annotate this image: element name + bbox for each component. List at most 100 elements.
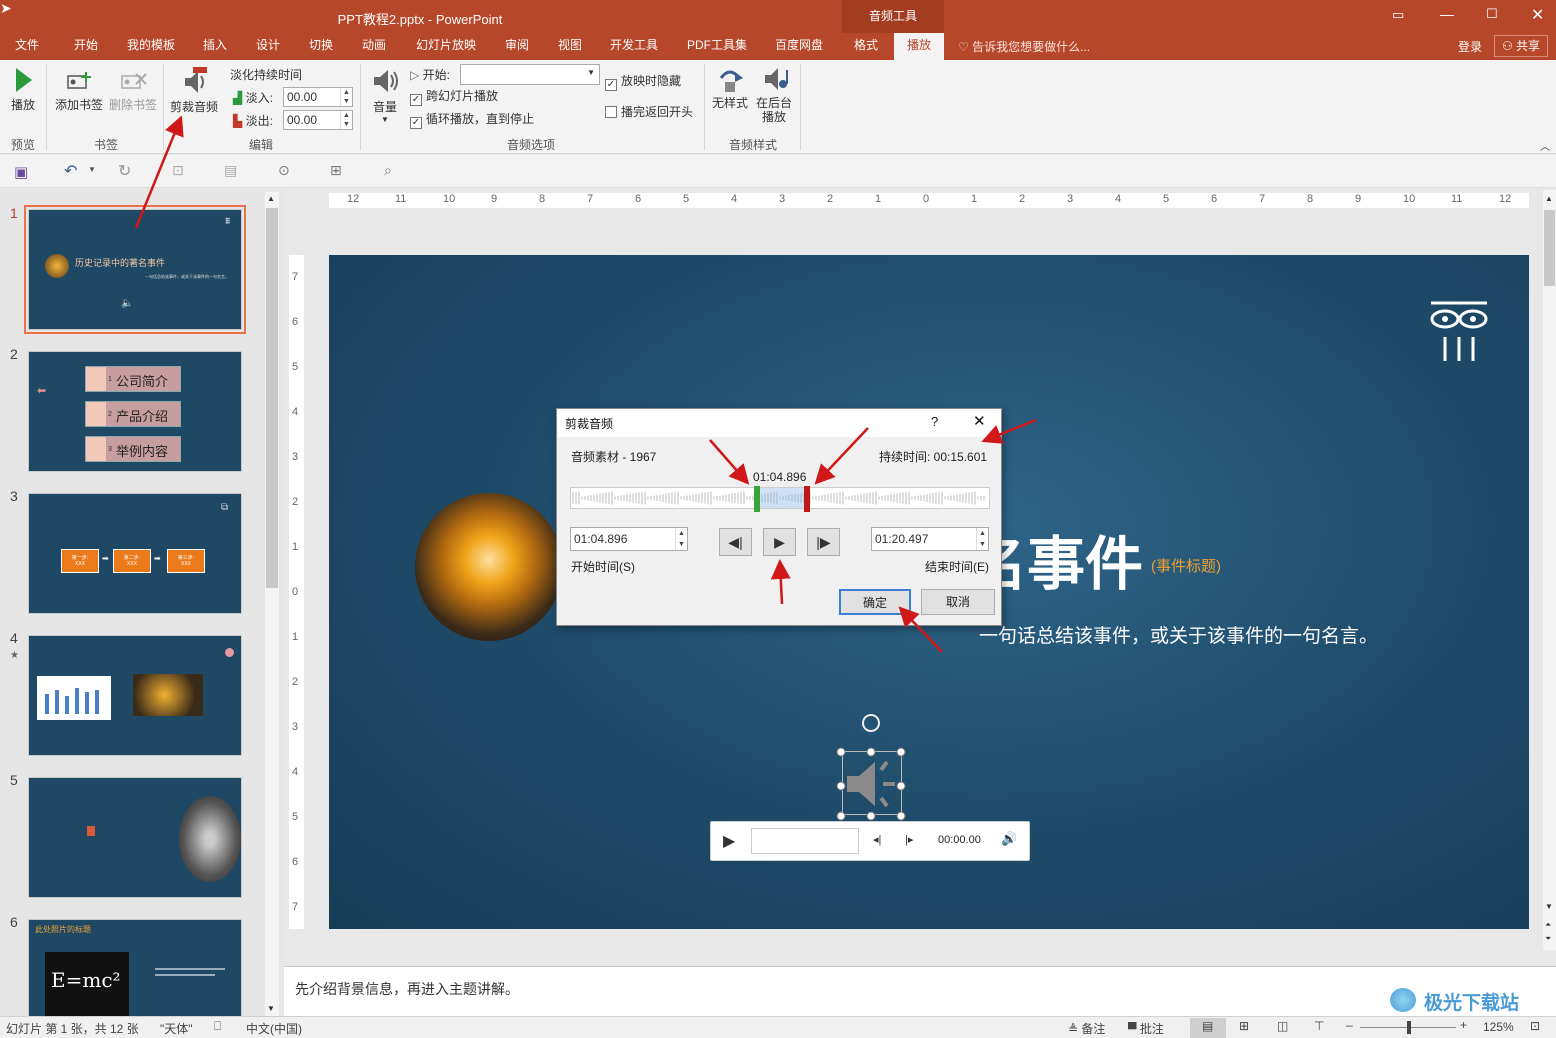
tab-baidu-netdisk[interactable]: 百度网盘	[764, 33, 834, 60]
next-slide-icon[interactable]: ⏷	[1545, 934, 1551, 944]
fade-out-input[interactable]: 00.00 ▲ ▼	[283, 110, 353, 130]
dialog-help-button[interactable]: ?	[931, 414, 938, 429]
fit-slide-icon[interactable]: ⊡	[1530, 1019, 1540, 1033]
audio-waveform[interactable]	[570, 486, 990, 512]
dialog-close-icon[interactable]: ✕	[973, 412, 986, 430]
slide-thumbnail-4[interactable]	[28, 635, 242, 756]
undo-dropdown-icon[interactable]: ▼	[88, 165, 96, 174]
remove-bookmark-button[interactable]: 删除书签	[106, 68, 160, 113]
rewind-checkbox[interactable]: 播完返回开头	[605, 105, 693, 120]
slide-thumbnail-1[interactable]: 历史记录中的著名事件 一句话总结该事件，或关于该事件的一句名言。 🔈 ⩩	[28, 209, 242, 330]
tab-review[interactable]: 审阅	[494, 33, 540, 60]
play-across-slides-checkbox[interactable]: ✓ 跨幻灯片播放	[410, 89, 498, 106]
save-icon[interactable]: ▣	[14, 163, 28, 181]
player-volume-icon[interactable]: 🔊	[1001, 831, 1017, 847]
tab-insert[interactable]: 插入	[192, 33, 238, 60]
volume-button[interactable]: 音量 ▼	[366, 66, 404, 124]
zoom-in-icon[interactable]: +	[1460, 1018, 1467, 1032]
slide-thumbnail-5[interactable]	[28, 777, 242, 898]
zoom-slider-thumb[interactable]	[1407, 1021, 1411, 1034]
tab-playback[interactable]: 播放	[894, 33, 944, 60]
tab-animations[interactable]: 动画	[351, 33, 397, 60]
scroll-up-icon[interactable]: ▲	[267, 194, 275, 203]
login-link[interactable]: 登录	[1458, 38, 1482, 55]
print-preview-icon[interactable]: ⌕	[384, 162, 392, 179]
dialog-play-button[interactable]: ▶	[763, 528, 796, 556]
slide-quote[interactable]: 一句话总结该事件，或关于该事件的一句名言。	[979, 621, 1378, 648]
player-back-icon[interactable]: ◂|	[873, 833, 881, 846]
zoom-level[interactable]: 125%	[1483, 1020, 1514, 1034]
start-time-input[interactable]: 01:04.896 ▲ ▼	[570, 527, 688, 551]
tab-transitions[interactable]: 切换	[298, 33, 344, 60]
notes-toggle[interactable]: ≜ 备注	[1068, 1020, 1105, 1037]
accessibility-icon[interactable]: ⎕	[214, 1019, 221, 1034]
notes-pane[interactable]: 先介绍背景信息，再进入主题讲解。	[284, 966, 1556, 1016]
scroll-down-icon[interactable]: ▼	[267, 1004, 275, 1013]
player-forward-icon[interactable]: |▸	[905, 833, 913, 846]
tab-file[interactable]: 文件	[0, 33, 54, 60]
tab-design[interactable]: 设计	[245, 33, 291, 60]
layout-icon[interactable]: ▤	[224, 162, 237, 179]
start-marker-handle[interactable]	[754, 486, 760, 512]
scroll-thumb[interactable]	[1544, 210, 1555, 286]
tab-view[interactable]: 视图	[547, 33, 593, 60]
cancel-button[interactable]: 取消	[921, 589, 995, 615]
tab-home[interactable]: 开始	[60, 33, 112, 60]
tab-slideshow[interactable]: 幻灯片放映	[406, 33, 486, 60]
slide-sorter-icon[interactable]: ⊞	[1239, 1019, 1249, 1033]
share-button[interactable]: ⚇ 共享	[1494, 35, 1548, 57]
tab-pdf-tools[interactable]: PDF工具集	[678, 33, 756, 60]
fade-in-input[interactable]: 00.00 ▲ ▼	[283, 87, 353, 107]
tab-developer[interactable]: 开发工具	[601, 33, 667, 60]
slideshow-from-start-icon[interactable]: ⊙	[278, 162, 290, 179]
maximize-icon[interactable]: ☐	[1486, 6, 1498, 22]
undo-icon[interactable]: ↶	[64, 161, 77, 181]
slideshow-view-icon[interactable]: ⊤	[1314, 1019, 1324, 1033]
tab-my-templates[interactable]: 我的模板	[118, 33, 184, 60]
end-time-spinner-icon[interactable]: ▲ ▼	[976, 528, 988, 550]
play-in-background-button[interactable]: 在后台播放	[752, 64, 796, 124]
language-status[interactable]: 中文(中国)	[246, 1020, 302, 1037]
close-icon[interactable]: ✕	[1531, 5, 1544, 25]
slide-thumbnail-2[interactable]: ⬅ 1 公司简介 2 产品介绍 3 举例内容	[28, 351, 242, 472]
comments-toggle[interactable]: ▀ 批注	[1128, 1020, 1164, 1037]
reading-view-icon[interactable]: ◫	[1277, 1019, 1288, 1033]
start-select[interactable]: ▼	[460, 64, 600, 85]
scroll-thumb[interactable]	[266, 208, 278, 588]
next-frame-button[interactable]: |▶	[807, 528, 840, 556]
tell-me-box[interactable]: ♡ 告诉我您想要做什么...	[958, 38, 1090, 55]
minimize-icon[interactable]: —	[1440, 6, 1454, 22]
fade-in-spinner-icon[interactable]: ▲ ▼	[340, 88, 352, 106]
thumbnail-scrollbar[interactable]: ▲ ▼	[265, 192, 279, 1018]
slide-title-tag[interactable]: (事件标题)	[1151, 555, 1221, 576]
zoom-out-icon[interactable]: –	[1346, 1018, 1353, 1032]
new-slide-icon[interactable]: ⊡	[172, 162, 184, 179]
start-time-spinner-icon[interactable]: ▲ ▼	[675, 528, 687, 550]
player-progress-track[interactable]	[751, 828, 859, 854]
slide-thumbnail-3[interactable]: ⧉ 第一步: XXX ➡ 第二步: XXX ➡ 第三步: XXX	[28, 493, 242, 614]
leaf-photo-circle[interactable]	[415, 493, 563, 641]
play-button[interactable]: 播放	[6, 66, 40, 113]
slide-thumbnail-6[interactable]: 此处照片的标题 E=mc²	[28, 919, 242, 1017]
collapse-ribbon-icon[interactable]: ︿	[1540, 138, 1550, 153]
previous-frame-button[interactable]: ◀|	[719, 528, 752, 556]
selection-handles[interactable]	[829, 710, 919, 830]
fade-out-spinner-icon[interactable]: ▲ ▼	[340, 111, 352, 129]
trim-audio-button[interactable]: 剪裁音频	[166, 66, 222, 115]
hide-during-show-checkbox[interactable]: ✓ 放映时隐藏	[605, 74, 681, 91]
loop-checkbox[interactable]: ✓ 循环播放，直到停止	[410, 112, 534, 129]
slideshow-from-current-icon[interactable]: ⊞	[330, 162, 342, 179]
player-play-icon[interactable]: ▶	[723, 831, 735, 851]
notes-text[interactable]: 先介绍背景信息，再进入主题讲解。	[295, 979, 519, 999]
tab-format[interactable]: 格式	[845, 33, 887, 60]
previous-slide-icon[interactable]: ⏶	[1545, 920, 1551, 930]
ribbon-display-icon[interactable]: ▭	[1392, 7, 1404, 23]
normal-view-button[interactable]: ▤	[1190, 1018, 1226, 1038]
no-style-button[interactable]: 无样式	[710, 64, 750, 110]
end-marker-handle[interactable]	[804, 486, 810, 512]
slide-scrollbar[interactable]: ▲ ▼ ⏶ ⏷	[1543, 190, 1556, 950]
end-time-input[interactable]: 01:20.497 ▲ ▼	[871, 527, 989, 551]
redo-icon[interactable]: ↻	[118, 161, 131, 181]
scroll-down-icon[interactable]: ▼	[1545, 902, 1553, 911]
add-bookmark-button[interactable]: 添加书签	[52, 68, 106, 113]
